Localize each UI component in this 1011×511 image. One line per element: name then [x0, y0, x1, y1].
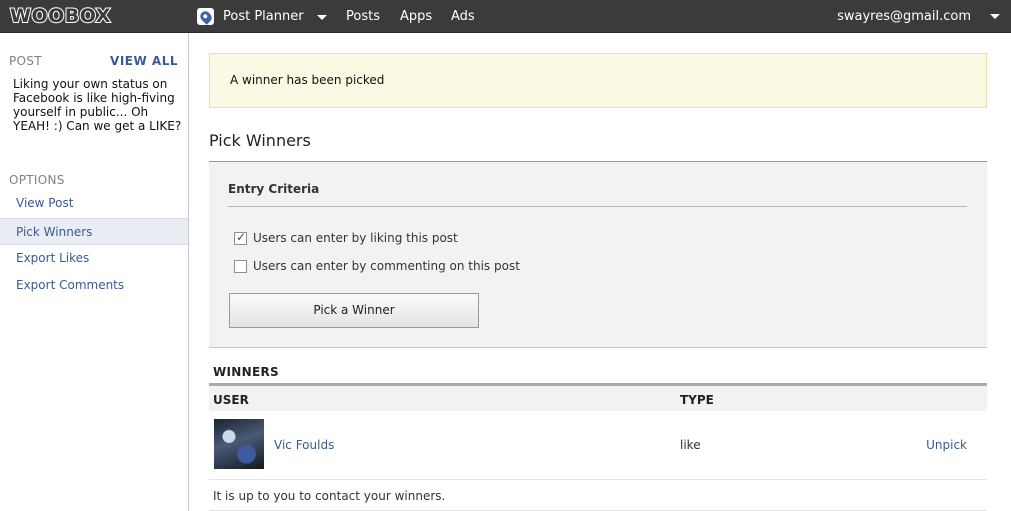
- winners-table-header: USER TYPE: [209, 386, 987, 411]
- entry-criteria-heading: Entry Criteria: [228, 182, 320, 196]
- contact-note: It is up to you to contact your winners.: [213, 489, 446, 503]
- pick-a-winner-button[interactable]: Pick a Winner: [229, 293, 479, 328]
- map-pin-icon: [197, 8, 214, 25]
- account-email[interactable]: swayres@gmail.com: [837, 0, 971, 33]
- sidebar-item-export-likes[interactable]: Export Likes: [0, 245, 188, 272]
- like-criteria-label: Users can enter by liking this post: [253, 231, 458, 245]
- nav-posts-link[interactable]: Posts: [346, 0, 380, 33]
- post-heading: POST: [9, 54, 42, 68]
- entry-criteria-panel: Entry Criteria Users can enter by liking…: [209, 162, 987, 348]
- chevron-down-icon: [316, 15, 327, 20]
- comment-criteria-option[interactable]: Users can enter by commenting on this po…: [234, 259, 520, 273]
- alert-message: A winner has been picked: [230, 73, 385, 87]
- post-preview-text: Liking your own status on Facebook is li…: [13, 77, 182, 133]
- sidebar-item-view-post[interactable]: View Post: [0, 190, 188, 217]
- column-header-type: TYPE: [680, 393, 714, 407]
- winners-heading: WINNERS: [213, 365, 279, 379]
- avatar[interactable]: [214, 419, 264, 469]
- winner-type: like: [680, 438, 701, 452]
- nav-ads-link[interactable]: Ads: [451, 0, 475, 33]
- criteria-divider: [228, 206, 967, 207]
- comment-criteria-label: Users can enter by commenting on this po…: [253, 259, 520, 273]
- unpick-link[interactable]: Unpick: [926, 438, 967, 452]
- app-name: Post Planner: [223, 9, 304, 24]
- options-heading: OPTIONS: [9, 173, 65, 187]
- sidebar: POST VIEW ALL Liking your own status on …: [0, 33, 189, 511]
- column-header-user: USER: [213, 393, 249, 407]
- like-criteria-checkbox[interactable]: [234, 230, 247, 245]
- account-menu-chevron-icon[interactable]: [990, 14, 1000, 19]
- winner-name-link[interactable]: Vic Foulds: [274, 438, 334, 452]
- page-title: Pick Winners: [209, 131, 311, 150]
- app-switcher[interactable]: Post Planner: [197, 0, 327, 33]
- success-alert: A winner has been picked: [209, 53, 987, 108]
- sidebar-item-export-comments[interactable]: Export Comments: [0, 272, 188, 299]
- comment-criteria-checkbox[interactable]: [234, 259, 247, 273]
- nav-apps-link[interactable]: Apps: [400, 0, 432, 33]
- table-row: Vic Foulds like Unpick: [209, 411, 987, 480]
- sidebar-item-pick-winners[interactable]: Pick Winners: [0, 218, 188, 245]
- logo-text: WOOBOX: [9, 4, 111, 28]
- view-all-link[interactable]: VIEW ALL: [110, 54, 178, 68]
- like-criteria-option[interactable]: Users can enter by liking this post: [234, 230, 458, 245]
- woobox-logo[interactable]: WOOBOX: [9, 4, 111, 28]
- top-navigation-bar: WOOBOX Post Planner Posts Apps Ads swayr…: [0, 0, 1011, 33]
